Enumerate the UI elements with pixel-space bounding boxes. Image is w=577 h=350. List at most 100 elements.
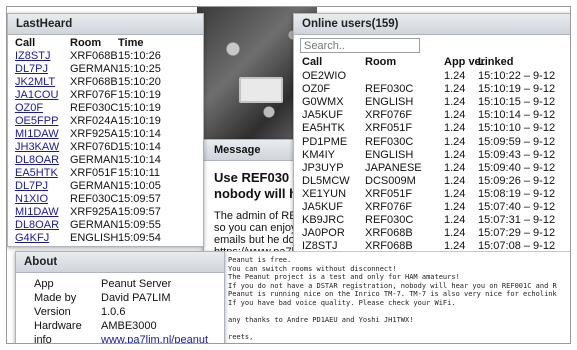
room-cell: XRF076F	[70, 89, 118, 101]
about-row: Hardware AMBE3000	[16, 320, 224, 333]
table-row: DL8OAR GERMAN 15:09:55	[8, 219, 203, 232]
callsign-link[interactable]: EA5HTK	[15, 167, 58, 180]
message-heading-line: Use REF030 on	[214, 170, 303, 185]
room-cell: XRF051F	[365, 187, 413, 200]
table-row: N1XIO REF030C 15:09:57	[8, 193, 203, 206]
about-row: Version 1.0.6	[16, 306, 224, 319]
info-link[interactable]: www.pa7lim.nl/peanut	[101, 334, 208, 343]
callsign-cell: EA5HTK	[302, 122, 345, 135]
room-cell: ENGLISH	[70, 232, 119, 244]
app-version-cell: 1.24	[444, 109, 466, 122]
linked-cell: 15:10:22 – 9-12	[478, 70, 556, 82]
table-row: DL7PJ GERMAN 15:10:25	[8, 63, 203, 76]
callsign-link[interactable]: MI1DAW	[15, 128, 59, 141]
time-cell: 15:10:05	[118, 180, 161, 192]
callsign-link[interactable]: N1XIO	[15, 193, 48, 206]
about-row: App Peanut Server	[16, 278, 224, 291]
about-panel: About App Peanut Server Made by David PA7LI…	[15, 251, 225, 343]
callsign-link[interactable]: JA1COU	[15, 89, 58, 102]
app-version-cell: 1.24	[444, 70, 466, 82]
room-cell: REF030C	[70, 102, 119, 114]
app-window: Message Use REF030 on nobody will he The…	[6, 6, 571, 344]
linked-cell: 15:09:26 – 9-12	[478, 174, 556, 187]
callsign-cell: JA0POR	[302, 227, 345, 240]
room-cell: XRF068B	[70, 50, 118, 62]
about-label: Hardware	[34, 320, 82, 332]
room-cell: XRF051F	[70, 167, 118, 179]
header-time: Time	[118, 37, 144, 49]
info-text-line: If you do not have a DSTAR registration,…	[228, 281, 557, 290]
header-call: Call	[15, 37, 36, 49]
message-body-line: emails but he do	[214, 234, 295, 246]
app-version-cell: 1.24	[444, 227, 466, 240]
room-cell: ENGLISH	[365, 148, 414, 161]
room-cell: REF030C	[70, 193, 119, 205]
app-version-cell: 1.24	[444, 96, 466, 109]
about-label: Version	[34, 306, 71, 318]
time-cell: 15:10:14	[118, 128, 161, 140]
room-cell: XRF068B	[365, 227, 413, 240]
table-row: KM4IY ENGLISH 1.24 15:09:43 – 9-12	[294, 148, 570, 162]
table-row: XE1YUN XRF051F 1.24 15:08:19 – 9-12	[294, 187, 570, 201]
callsign-cell: JA5KUF	[302, 109, 343, 122]
callsign-link[interactable]: JH3KAW	[15, 141, 59, 154]
callsign-link[interactable]: IZ8STJ	[15, 50, 50, 63]
room-cell: REF030C	[365, 83, 414, 96]
info-text-line: Peanut is running nice on the Inrico TM-…	[228, 290, 557, 299]
app-version-cell: 1.24	[444, 83, 466, 96]
message-heading: Use REF030 on nobody will he	[214, 170, 303, 202]
callsign-link[interactable]: G4KFJ	[15, 232, 49, 245]
time-cell: 15:09:55	[118, 219, 161, 231]
callsign-link[interactable]: MI1DAW	[15, 206, 59, 219]
search-input[interactable]	[300, 38, 420, 53]
callsign-link[interactable]: JK2MLT	[15, 76, 55, 89]
table-row: EA5HTK XRF051F 15:10:11	[8, 167, 203, 180]
lastheard-list: IZ8STJ XRF068B 15:10:26 DL7PJ GERMAN 15:10:25…	[8, 50, 203, 245]
header-room: Room	[70, 37, 102, 49]
table-row: PD1PME REF030C 1.24 15:09:59 – 9-12	[294, 135, 570, 149]
time-cell: 15:09:57	[118, 193, 161, 205]
table-row: OZ0F REF030C 15:10:19	[8, 102, 203, 115]
about-row: info www.pa7lim.nl/peanut	[16, 334, 224, 343]
time-cell: 15:10:11	[118, 167, 161, 179]
message-title: Message	[204, 140, 302, 161]
online-users-title: Online users(159)	[294, 14, 570, 35]
room-cell: XRF925A	[70, 128, 118, 140]
app-version-cell: 1.24	[444, 122, 466, 135]
callsign-cell: G0WMX	[302, 96, 344, 109]
table-row: JA5KUF XRF076F 1.24 15:10:14 – 9-12	[294, 109, 570, 122]
time-cell: 15:10:25	[118, 63, 161, 75]
callsign-link[interactable]: DL7PJ	[15, 63, 48, 76]
about-value: David PA7LIM	[101, 292, 171, 304]
table-row: JK2MLT XRF068B 15:10:20	[8, 76, 203, 89]
callsign-cell: JP3UYP	[302, 161, 344, 174]
callsign-link[interactable]: DL8OAR	[15, 219, 59, 232]
callsign-link[interactable]: OZ0F	[15, 102, 43, 115]
time-cell: 15:10:14	[118, 141, 161, 153]
message-heading-line: nobody will he	[214, 186, 303, 201]
room-cell: GERMAN	[70, 154, 119, 166]
callsign-cell: JA5KUF	[302, 201, 343, 213]
app-version-cell: 1.24	[444, 135, 466, 148]
app-version-cell: 1.24	[444, 201, 466, 213]
header-room: Room	[365, 56, 397, 68]
table-row: DL5MCW DCS009M 1.24 15:09:26 – 9-12	[294, 174, 570, 188]
time-cell: 15:10:19	[118, 102, 161, 114]
time-cell: 15:10:19	[118, 89, 161, 101]
about-label: Made by	[34, 292, 77, 304]
callsign-link[interactable]: DL8OAR	[15, 154, 59, 167]
about-value: AMBE3000	[101, 320, 157, 332]
info-text-line: Peanut is free.	[228, 256, 292, 264]
linked-cell: 15:10:15 – 9-12	[478, 96, 556, 109]
app-version-cell: 1.24	[444, 148, 466, 161]
about-value: 1.0.6	[101, 306, 126, 318]
room-cell: XRF076D	[70, 141, 119, 153]
lastheard-panel: LastHeard Call Room Time IZ8STJ XRF068B 15…	[7, 13, 204, 247]
linked-cell: 15:07:29 – 9-12	[478, 227, 556, 240]
table-row: OE5FPP XRF024A 15:10:19	[8, 115, 203, 128]
callsign-link[interactable]: OE5FPP	[15, 115, 58, 128]
callsign-link[interactable]: DL7PJ	[15, 180, 48, 193]
table-row: IZ8STJ XRF068B 15:10:26	[8, 50, 203, 63]
circuit-chip-image	[239, 77, 283, 103]
app-version-cell: 1.24	[444, 214, 466, 227]
